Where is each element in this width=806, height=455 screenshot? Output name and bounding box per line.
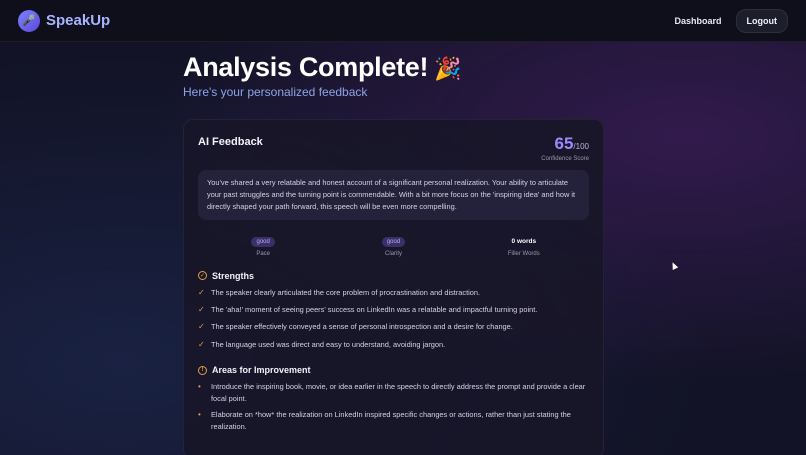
improvements-title: Areas for Improvement	[212, 365, 311, 376]
top-navbar: 🎤 SpeakUp Dashboard Logout	[0, 0, 806, 42]
metric-clarity: good Clarity	[328, 230, 458, 257]
strengths-list: ✓ The speaker clearly articulated the cor…	[198, 287, 589, 352]
score-label: Confidence Score	[541, 156, 589, 162]
list-item: ✓ The speaker clearly articulated the cor…	[198, 287, 589, 299]
list-item: • Introduce the inspiring book, movie, or…	[198, 381, 589, 404]
confidence-score: 65/100 Confidence Score	[541, 134, 589, 162]
improvement-text: Introduce the inspiring book, movie, or …	[211, 382, 586, 403]
checkmark-icon: ✓	[198, 339, 205, 349]
list-item: • Elaborate on *how* the realization on L…	[198, 409, 589, 432]
score-value: 65	[554, 134, 574, 153]
feedback-title: AI Feedback	[198, 136, 263, 148]
microphone-icon: 🎤	[18, 9, 40, 32]
clarity-label: Clarity	[384, 250, 402, 257]
improvements-list: • Introduce the inspiring book, movie, or…	[198, 381, 589, 432]
strength-text: The speaker effectively conveyed a sense…	[211, 322, 513, 332]
strength-text: The speaker clearly articulated the core…	[211, 287, 481, 297]
strengths-heading: ✓ Strengths	[198, 271, 589, 281]
improvement-text: Elaborate on *how* the realization on Li…	[211, 410, 571, 431]
clarity-badge: good	[381, 236, 406, 247]
brand[interactable]: 🎤 SpeakUp	[18, 9, 111, 32]
check-circle-icon: ✓	[198, 271, 207, 281]
checkmark-icon: ✓	[198, 304, 205, 314]
strengths-title: Strengths	[212, 270, 255, 281]
improvements-heading: ! Areas for Improvement	[198, 365, 589, 375]
metric-filler-words: 0 words Filler Words	[459, 230, 589, 257]
brand-name: SpeakUp	[46, 12, 111, 29]
filler-words-label: Filler Words	[507, 250, 540, 257]
bullet-icon: •	[198, 410, 201, 420]
score-max: /100	[573, 142, 589, 151]
checkmark-icon: ✓	[198, 287, 205, 297]
checkmark-icon: ✓	[198, 322, 205, 332]
page-heading: Analysis Complete! 🎉 Here's your personal…	[183, 52, 462, 99]
list-item: ✓ The language used was direct and easy t…	[198, 339, 589, 351]
metrics-row: good Pace good Clarity 0 words Filler Wo…	[198, 230, 589, 257]
feedback-card-header: AI Feedback 65/100 Confidence Score	[198, 134, 589, 162]
party-popper-icon: 🎉	[434, 56, 462, 81]
feedback-card: AI Feedback 65/100 Confidence Score You'…	[183, 119, 604, 455]
nav-links: Dashboard Logout	[674, 8, 788, 33]
pace-badge: good	[251, 236, 275, 247]
strength-text: The 'aha!' moment of seeing peers' succe…	[211, 304, 538, 314]
page-title: Analysis Complete! 🎉	[183, 52, 462, 83]
feedback-summary: You've shared a very relatable and hones…	[198, 170, 589, 220]
filler-words-value: 0 words	[511, 237, 537, 245]
list-item: ✓ The 'aha!' moment of seeing peers' succ…	[198, 304, 589, 316]
metric-pace: good Pace	[198, 230, 328, 257]
logout-button[interactable]: Logout	[735, 8, 788, 33]
page-subtitle: Here's your personalized feedback	[183, 85, 368, 99]
page-title-text: Analysis Complete!	[183, 52, 429, 82]
bullet-icon: •	[198, 382, 201, 392]
strength-text: The language used was direct and easy to…	[211, 339, 446, 349]
mouse-cursor-icon	[669, 261, 679, 270]
list-item: ✓ The speaker effectively conveyed a sens…	[198, 321, 589, 333]
dashboard-link[interactable]: Dashboard	[674, 16, 721, 26]
pace-label: Pace	[256, 250, 270, 257]
alert-circle-icon: !	[198, 365, 207, 375]
